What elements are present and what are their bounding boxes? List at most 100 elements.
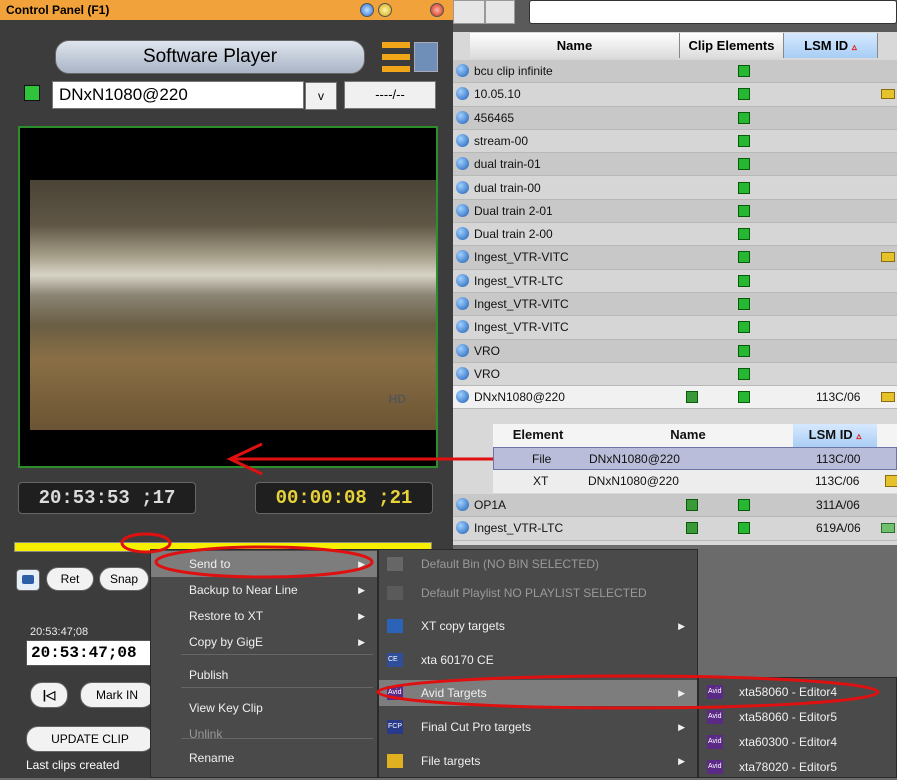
row-name: Dual train 2-00 [474, 227, 553, 242]
send-to-item[interactable]: File targets ▶ [379, 748, 697, 774]
expand-icon[interactable] [456, 250, 469, 264]
go-to-in-icon[interactable]: |◁ [30, 682, 68, 708]
expand-icon[interactable] [456, 521, 469, 535]
avid-target-item[interactable]: Avid xta60300 - Editor4 [699, 729, 896, 755]
table-row[interactable]: 456465 [453, 106, 897, 130]
context-menu: Send to ▶ Backup to Near Line ▶ Restore to X… [150, 549, 378, 778]
submenu-arrow-icon: ▶ [678, 621, 685, 631]
clip-element-icon [738, 298, 750, 310]
expand-icon[interactable] [456, 180, 469, 194]
search-input[interactable] [529, 0, 897, 24]
expand-icon[interactable] [456, 320, 469, 334]
clip-element-icon [738, 65, 750, 77]
table-row[interactable]: dual train-00 [453, 176, 897, 200]
table-row[interactable]: OP1A 311A/06 [453, 494, 897, 518]
table-row[interactable]: stream-00 [453, 129, 897, 154]
avid-target-item[interactable]: Avid xta58060 - Editor4 [699, 679, 896, 705]
table-row[interactable]: Dual train 2-00 [453, 223, 897, 247]
table-row[interactable]: Ingest_VTR-VITC [453, 316, 897, 340]
clip-name-field[interactable]: DNxN1080@220 [52, 81, 304, 109]
table-row[interactable]: 10.05.10 [453, 83, 897, 107]
avid-target-item[interactable]: Avid xta78020 - Editor5 [699, 754, 896, 780]
expand-icon[interactable] [456, 203, 469, 217]
update-clip-button[interactable]: UPDATE CLIP [26, 726, 154, 752]
target-icon: Avid [387, 686, 403, 700]
column-header-clip-elements[interactable]: Clip Elements [680, 33, 784, 58]
send-to-item[interactable]: Avid Avid Targets ▶ [379, 680, 697, 706]
send-to-item[interactable]: FCP Final Cut Pro targets ▶ [379, 714, 697, 740]
sub-table-row[interactable]: XT DNxN1080@220 113C/06 [493, 470, 897, 493]
row-name: Ingest_VTR-VITC [474, 250, 569, 265]
folder-icon [881, 392, 895, 403]
row-name: 10.05.10 [474, 87, 521, 102]
info-icon[interactable] [360, 3, 374, 17]
close-icon[interactable] [430, 3, 444, 17]
expand-icon[interactable] [456, 297, 469, 310]
mark-in-button[interactable]: Mark IN [80, 682, 154, 708]
send-to-item[interactable]: XT copy targets ▶ [379, 613, 697, 639]
folder-icon [885, 475, 897, 487]
table-row[interactable]: Ingest_VTR-LTC 619A/06 [453, 517, 897, 541]
column-header-lsm-id[interactable]: LSM ID ▵ [784, 33, 878, 58]
expand-icon[interactable] [456, 64, 469, 77]
camera-icon[interactable] [16, 569, 40, 591]
expand-icon[interactable] [456, 157, 469, 171]
bin-icon [881, 523, 895, 534]
row-name: OP1A [474, 498, 507, 512]
snap-button[interactable]: Snap [99, 567, 149, 591]
avid-icon: Avid [707, 710, 723, 724]
menu-separator [181, 687, 373, 688]
table-row[interactable]: dual train-01 [453, 153, 897, 177]
table-row[interactable]: Dual train 2-01 [453, 199, 897, 224]
video-viewer: HD [18, 126, 438, 468]
table-row[interactable]: bcu clip infinite [453, 60, 897, 84]
send-to-item[interactable]: CE xta 60170 CE [379, 647, 697, 673]
context-menu-item[interactable]: View Key Clip [151, 695, 377, 721]
avid-icon: Avid [707, 760, 723, 774]
column-header-name[interactable]: Name [470, 33, 680, 58]
avid-targets-submenu: Avid xta58060 - Editor4 Avid xta58060 - Edi… [698, 677, 897, 778]
row-lsm-id: 311A/06 [816, 498, 860, 512]
context-menu-item[interactable]: Restore to XT ▶ [151, 603, 377, 629]
expand-icon[interactable] [456, 273, 469, 287]
expand-icon[interactable] [456, 390, 469, 404]
send-to-submenu: Default Bin (NO BIN SELECTED) Default Pla… [378, 549, 698, 778]
table-row[interactable]: VRO [453, 362, 897, 387]
context-menu-item[interactable]: Backup to Near Line ▶ [151, 577, 377, 603]
row-name: dual train-00 [474, 180, 541, 195]
context-menu-item[interactable]: Rename [151, 745, 377, 771]
row-name: Ingest_VTR-VITC [474, 297, 569, 311]
software-player-button[interactable]: Software Player [55, 40, 365, 74]
layout-icon[interactable] [382, 42, 438, 72]
sub-header-element[interactable]: Element [493, 424, 583, 446]
expand-icon[interactable] [456, 498, 469, 511]
table-row[interactable]: Ingest_VTR-VITC [453, 293, 897, 317]
sub-header-name[interactable]: Name [583, 424, 793, 446]
table-row[interactable]: Ingest_VTR-VITC [453, 246, 897, 270]
avid-icon: Avid [707, 735, 723, 749]
minimize-icon[interactable] [378, 3, 392, 17]
timecode-button[interactable]: ----/-- [344, 81, 436, 109]
duration-timecode: 00:00:08 ;21 [255, 482, 433, 514]
avid-target-item[interactable]: Avid xta58060 - Editor5 [699, 704, 896, 730]
clip-dropdown-button[interactable]: v [305, 82, 337, 110]
sub-table-row[interactable]: File DNxN1080@220 113C/00 [493, 447, 897, 470]
expand-icon[interactable] [456, 133, 469, 147]
ret-button[interactable]: Ret [46, 567, 94, 591]
expand-icon[interactable] [456, 87, 469, 101]
row-name: Ingest_VTR-VITC [474, 320, 569, 335]
table-row[interactable]: DNxN1080@220 113C/06 [453, 386, 897, 410]
tc-in-field[interactable]: 20:53:47;08 [26, 640, 154, 666]
expand-icon[interactable] [456, 366, 469, 380]
table-row[interactable]: Ingest_VTR-LTC [453, 269, 897, 293]
context-menu-item[interactable]: Send to ▶ [151, 551, 377, 577]
expand-icon[interactable] [456, 343, 469, 357]
expand-icon[interactable] [456, 227, 469, 241]
expand-icon[interactable] [456, 110, 469, 124]
video-frame [30, 180, 436, 430]
context-menu-item[interactable]: Copy by GigE ▶ [151, 629, 377, 655]
context-menu-item[interactable]: Publish [151, 662, 377, 688]
send-to-item: Default Bin (NO BIN SELECTED) [379, 551, 697, 577]
table-row[interactable]: VRO [453, 339, 897, 363]
sub-header-lsm-id[interactable]: LSM ID ▵ [793, 424, 877, 448]
